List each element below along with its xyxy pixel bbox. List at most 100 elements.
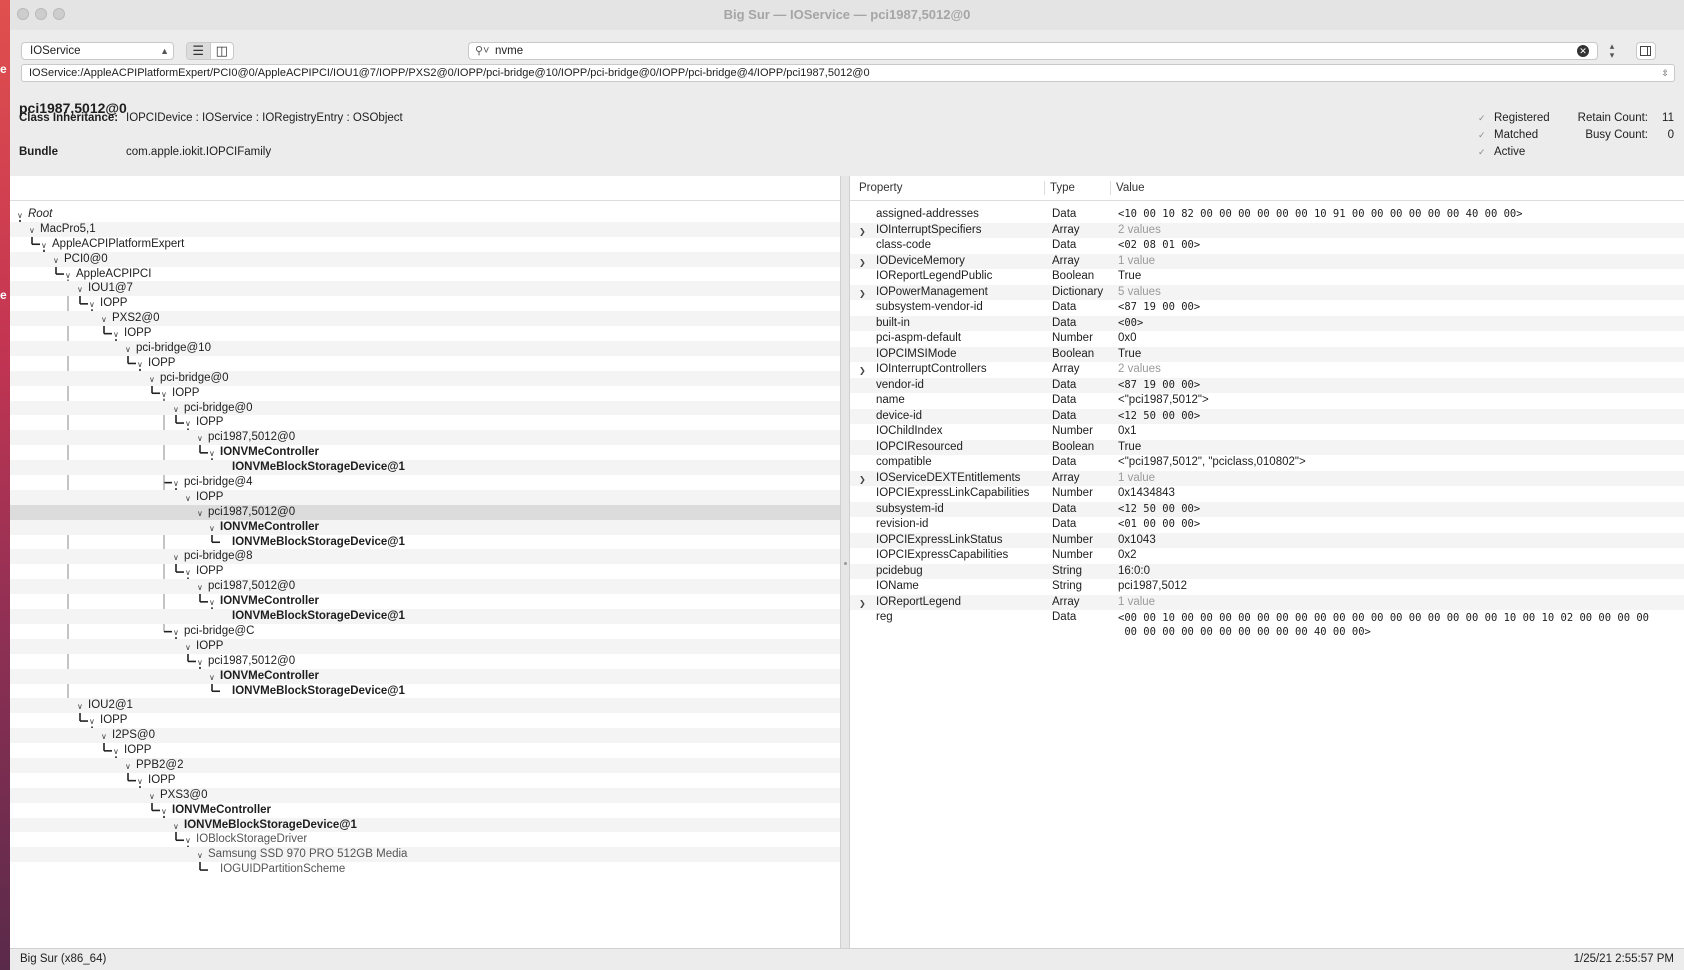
expand-chevron-icon[interactable]: ❯ <box>859 472 866 488</box>
column-view-icon[interactable]: ◫ <box>209 43 234 59</box>
tree-row[interactable]: ∨ AppleACPIPCI <box>10 267 840 282</box>
tree-row[interactable]: ∨ IOPP <box>10 564 840 579</box>
plane-popup[interactable]: IOService ▲ <box>21 42 174 60</box>
tree-row[interactable]: ∨ pci1987,5012@0 <box>10 504 840 520</box>
property-type: Data <box>1052 301 1077 313</box>
expand-chevron-icon[interactable]: ❯ <box>859 255 866 271</box>
tree-row[interactable]: ∨ PPB2@2 <box>10 757 840 773</box>
property-row[interactable]: IOReportLegendPublic Boolean True <box>850 269 1684 285</box>
toggle-inspector-button[interactable] <box>1636 42 1656 60</box>
tree-row[interactable]: ∨ pci-bridge@8 <box>10 549 840 565</box>
tree-row[interactable]: ∨ IOPP <box>10 489 840 505</box>
registry-tree-pane[interactable]: ∨ Root ∨ MacPro5,1 ∨ AppleACPIPlatformExpert ∨… <box>10 176 840 948</box>
tree-node-label: IOU2@1 <box>88 699 133 712</box>
property-row[interactable]: device-id Data <12 50 00 00> <box>850 408 1684 424</box>
tree-row[interactable]: ∨ IONVMeController <box>10 803 840 818</box>
search-input[interactable]: nvme <box>495 43 523 59</box>
tree-row[interactable]: ∨ PXS2@0 <box>10 311 840 327</box>
tree-node-label: pci-bridge@0 <box>160 371 229 384</box>
tree-row[interactable]: ∨ IOPP <box>10 386 840 401</box>
tree-row[interactable]: ∨ IOPP <box>10 326 840 341</box>
tree-row[interactable]: ∨ IOPP <box>10 356 840 371</box>
tree-row[interactable]: IOGUIDPartitionScheme <box>10 862 840 877</box>
property-row[interactable]: name Data <"pci1987,5012"> <box>850 393 1684 409</box>
tree-row[interactable]: ∨ pci-bridge@0 <box>10 400 840 416</box>
tree-row[interactable]: ∨ IONVMeBlockStorageDevice@1 <box>10 817 840 833</box>
property-row[interactable]: IOPCIExpressLinkCapabilities Number 0x1434… <box>850 486 1684 502</box>
tree-row[interactable]: ∨ Root <box>10 207 840 222</box>
tree-row[interactable]: ∨ PCI0@0 <box>10 251 840 267</box>
properties-table[interactable]: assigned-addresses Data <10 00 10 82 00 00… <box>850 207 1684 640</box>
property-row[interactable]: ❯ IOPowerManagement Dictionary 5 values <box>850 284 1684 302</box>
property-row[interactable]: ❯ IOServiceDEXTEntitlements Array 1 value <box>850 470 1684 488</box>
property-row[interactable]: ❯ IOInterruptSpecifiers Array 2 values <box>850 222 1684 240</box>
tree-row[interactable]: IONVMeBlockStorageDevice@1 <box>10 535 840 550</box>
property-row[interactable]: IOPCIMSIMode Boolean True <box>850 346 1684 362</box>
tree-row[interactable]: ∨ AppleACPIPlatformExpert <box>10 237 840 252</box>
tree-row[interactable]: IONVMeBlockStorageDevice@1 <box>10 460 840 476</box>
expand-chevron-icon[interactable]: ❯ <box>859 596 866 612</box>
property-row[interactable]: subsystem-id Data <12 50 00 00> <box>850 501 1684 517</box>
property-row[interactable]: IOName String pci1987,5012 <box>850 579 1684 595</box>
property-row[interactable]: vendor-id Data <87 19 00 00> <box>850 377 1684 393</box>
tree-row[interactable]: ∨ IOU2@1 <box>10 698 840 714</box>
properties-pane[interactable]: Property Type Value assigned-addresses Da… <box>850 176 1684 948</box>
tree-row[interactable]: ∨ pci-bridge@4 <box>10 475 840 490</box>
tree-row[interactable]: ∨ IOPP <box>10 638 840 654</box>
property-row[interactable]: subsystem-vendor-id Data <87 19 00 00> <box>850 300 1684 316</box>
tree-row[interactable]: ∨ IOPP <box>10 296 840 311</box>
expand-chevron-icon[interactable]: ❯ <box>859 224 866 240</box>
property-row[interactable]: IOPCIResourced Boolean True <box>850 439 1684 455</box>
registry-path-popup[interactable]: IOService:/AppleACPIPlatformExpert/PCI0@… <box>21 64 1675 82</box>
view-mode-segmented-control[interactable]: ☰ ◫ <box>186 42 234 60</box>
registry-tree[interactable]: ∨ Root ∨ MacPro5,1 ∨ AppleACPIPlatformExpert ∨… <box>10 207 840 877</box>
tree-row[interactable]: ∨ PXS3@0 <box>10 787 840 803</box>
tree-row[interactable]: ∨ MacPro5,1 <box>10 221 840 237</box>
list-view-icon[interactable]: ☰ <box>187 43 210 59</box>
tree-row[interactable]: IONVMeBlockStorageDevice@1 <box>10 609 840 624</box>
tree-row[interactable]: ∨ IOPP <box>10 743 840 758</box>
property-row[interactable]: compatible Data <"pci1987,5012", "pciclass… <box>850 455 1684 471</box>
tree-row[interactable]: ∨ IOU1@7 <box>10 281 840 297</box>
clear-search-icon[interactable]: ✕ <box>1577 45 1589 57</box>
property-column-header[interactable]: Property <box>859 176 902 200</box>
tree-row[interactable]: ∨ pci1987,5012@0 <box>10 430 840 446</box>
property-row[interactable]: ❯ IOReportLegend Array 1 value <box>850 594 1684 612</box>
property-row[interactable]: ❯ IODeviceMemory Array 1 value <box>850 253 1684 271</box>
split-view-divider[interactable] <box>840 176 850 948</box>
tree-row[interactable]: ∨ Samsung SSD 970 PRO 512GB Media <box>10 847 840 863</box>
tree-row[interactable]: ∨ IONVMeController <box>10 668 840 684</box>
tree-row[interactable]: ∨ pci-bridge@C <box>10 624 840 639</box>
tree-row[interactable]: ∨ IOPP <box>10 713 840 728</box>
expand-chevron-icon[interactable]: ❯ <box>859 286 866 302</box>
property-row[interactable]: built-in Data <00> <box>850 315 1684 331</box>
type-column-header[interactable]: Type <box>1050 176 1075 200</box>
tree-row[interactable]: ∨ pci-bridge@10 <box>10 341 840 356</box>
tree-row[interactable]: ∨ IOBlockStorageDriver <box>10 832 840 847</box>
property-row[interactable]: class-code Data <02 08 01 00> <box>850 238 1684 254</box>
property-row[interactable]: ❯ IOInterruptControllers Array 2 values <box>850 362 1684 378</box>
value-column-header[interactable]: Value <box>1116 176 1145 200</box>
tree-row[interactable]: ∨ I2PS@0 <box>10 728 840 744</box>
tree-row[interactable]: ∨ IONVMeController <box>10 445 840 460</box>
search-field[interactable]: ⚲˅ nvme ✕ <box>468 42 1598 60</box>
tree-row[interactable]: ∨ IOPP <box>10 773 840 788</box>
property-row[interactable]: revision-id Data <01 00 00 00> <box>850 517 1684 533</box>
tree-row[interactable]: ∨ pci1987,5012@0 <box>10 579 840 595</box>
property-row[interactable]: assigned-addresses Data <10 00 10 82 00 00… <box>850 207 1684 223</box>
tree-row[interactable]: IONVMeBlockStorageDevice@1 <box>10 684 840 699</box>
tree-row[interactable]: ∨ IONVMeController <box>10 594 840 609</box>
property-row[interactable]: IOPCIExpressLinkStatus Number 0x1043 <box>850 532 1684 548</box>
registry-path: IOService:/AppleACPIPlatformExpert/PCI0@… <box>29 67 870 79</box>
tree-row[interactable]: ∨ IONVMeController <box>10 519 840 535</box>
property-row[interactable]: pci-aspm-default Number 0x0 <box>850 331 1684 347</box>
search-stepper-icon[interactable]: ▴ ▾ <box>1606 42 1618 60</box>
property-row[interactable]: IOChildIndex Number 0x1 <box>850 424 1684 440</box>
tree-row[interactable]: ∨ IOPP <box>10 415 840 430</box>
property-row[interactable]: reg Data <00 00 10 00 00 00 00 00 00 00 00… <box>850 610 1684 640</box>
property-row[interactable]: IOPCIExpressCapabilities Number 0x2 <box>850 548 1684 564</box>
property-row[interactable]: pcidebug String 16:0:0 <box>850 563 1684 579</box>
expand-chevron-icon[interactable]: ❯ <box>859 363 866 379</box>
tree-row[interactable]: ∨ pci1987,5012@0 <box>10 654 840 669</box>
tree-row[interactable]: ∨ pci-bridge@0 <box>10 370 840 386</box>
